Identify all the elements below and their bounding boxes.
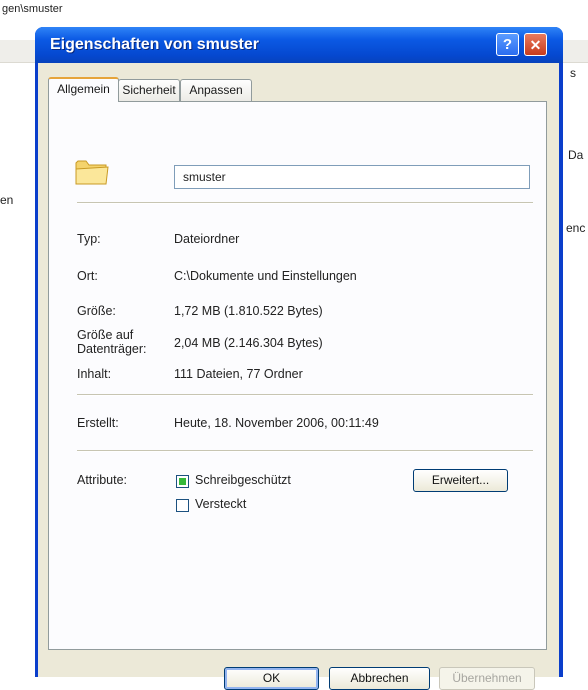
size-label: Größe:	[77, 304, 116, 318]
close-button[interactable]: ✕	[524, 33, 547, 56]
created-label: Erstellt:	[77, 416, 119, 430]
contents-value: 111 Dateien, 77 Ordner	[174, 367, 303, 381]
size-on-disk-value: 2,04 MB (2.146.304 Bytes)	[174, 336, 323, 350]
background-text: s	[570, 66, 576, 80]
folder-icon	[75, 160, 109, 185]
address-path: gen\smuster	[0, 0, 588, 18]
separator	[77, 394, 533, 396]
ok-button[interactable]: OK	[224, 667, 319, 690]
attributes-label: Attribute:	[77, 473, 128, 487]
dialog-title: Eigenschaften von smuster	[50, 36, 259, 53]
type-value: Dateiordner	[174, 232, 240, 246]
tab-panel-allgemein: Typ: Dateiordner Ort: C:\Dokumente und E…	[48, 101, 547, 650]
location-value: C:\Dokumente und Einstellungen	[174, 269, 357, 283]
size-value: 1,72 MB (1.810.522 Bytes)	[174, 304, 323, 318]
dialog-titlebar[interactable]: Eigenschaften von smuster ? ✕	[35, 27, 563, 63]
background-text: en	[0, 193, 14, 207]
tab-anpassen[interactable]: Anpassen	[180, 79, 252, 101]
advanced-button[interactable]: Erweitert...	[413, 469, 508, 492]
readonly-checkbox[interactable]	[176, 475, 189, 488]
hidden-checkbox[interactable]	[176, 499, 189, 512]
size-on-disk-label-line1: Größe auf	[77, 328, 134, 342]
location-label: Ort:	[77, 269, 98, 283]
help-icon: ?	[502, 36, 513, 53]
dialog-client-area: Allgemein Sicherheit Anpassen Typ: Datei…	[38, 63, 559, 690]
properties-dialog: Eigenschaften von smuster ? ✕ Allgemein …	[35, 27, 563, 690]
cancel-button[interactable]: Abbrechen	[329, 667, 430, 690]
readonly-label[interactable]: Schreibgeschützt	[195, 473, 291, 487]
tab-allgemein[interactable]: Allgemein	[48, 77, 119, 102]
created-value: Heute, 18. November 2006, 00:11:49	[174, 416, 379, 430]
close-icon: ✕	[529, 37, 542, 53]
tab-sicherheit[interactable]: Sicherheit	[118, 79, 180, 101]
help-button[interactable]: ?	[496, 33, 519, 56]
type-label: Typ:	[77, 232, 101, 246]
apply-button[interactable]: Übernehmen	[439, 667, 535, 690]
separator	[77, 450, 533, 452]
contents-label: Inhalt:	[77, 367, 112, 381]
separator	[77, 202, 533, 204]
background-text: enc	[566, 221, 586, 235]
hidden-label[interactable]: Versteckt	[195, 497, 246, 511]
folder-name-input[interactable]	[174, 165, 530, 189]
background-text: Da	[568, 148, 584, 162]
size-on-disk-label-line2: Datenträger:	[77, 342, 147, 356]
